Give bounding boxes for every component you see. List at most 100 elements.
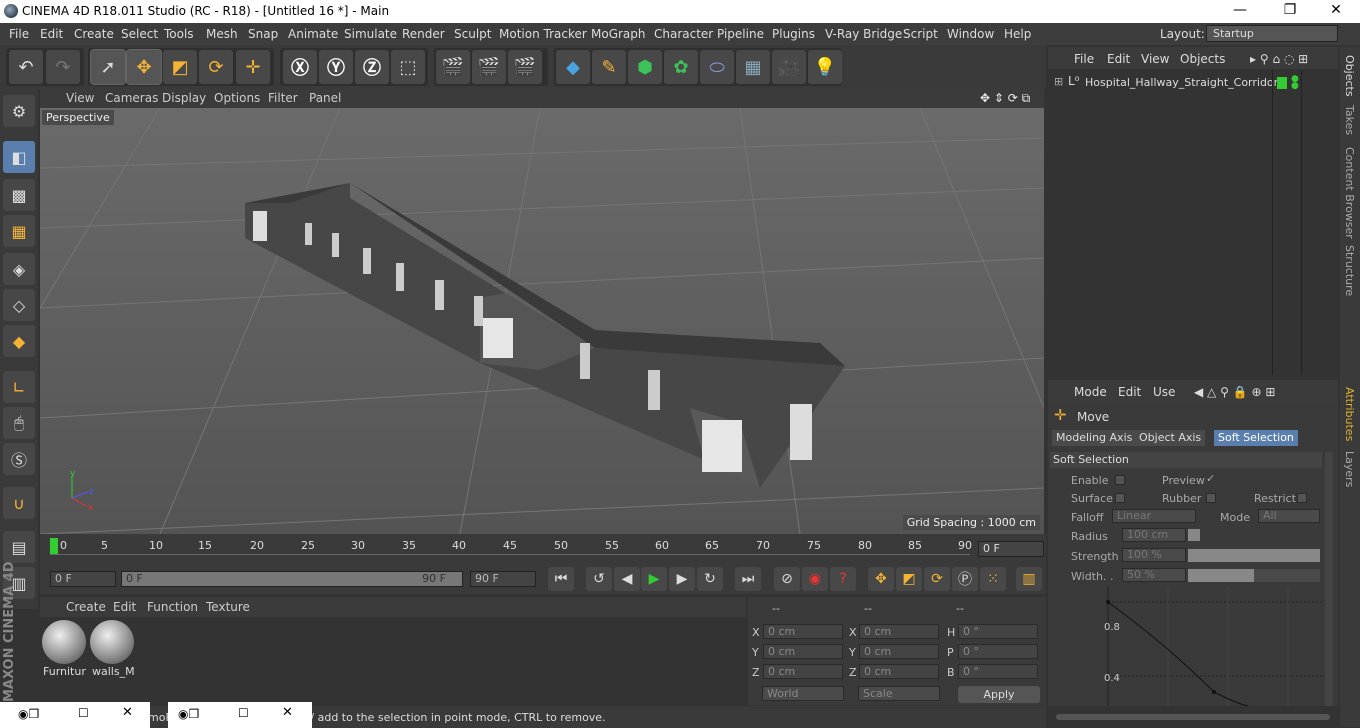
close-icon[interactable]: ✕ xyxy=(1326,2,1346,20)
go-to-end-icon[interactable]: ⏭ xyxy=(735,567,761,591)
deformer-icon[interactable]: ⬭ xyxy=(700,50,734,84)
attributes-menu-edit[interactable]: Edit xyxy=(1118,385,1141,399)
floor-icon[interactable]: ▦ xyxy=(736,50,770,84)
object-name[interactable]: Hospital_Hallway_Straight_Corridor xyxy=(1085,76,1278,89)
viewport-nav-icon[interactable]: ✥ ⇕ ⟳ ⧉ xyxy=(980,91,1030,106)
menu-window[interactable]: Window xyxy=(947,27,994,41)
snap-icon[interactable]: Ⓢ xyxy=(3,443,35,475)
z-axis-icon[interactable]: Ⓩ xyxy=(355,50,389,84)
menu-simulate[interactable]: Simulate xyxy=(344,27,397,41)
menu-motion-tracker[interactable]: Motion Tracker xyxy=(499,27,587,41)
key-pla-icon[interactable]: ⁙ xyxy=(980,567,1006,591)
tab-attributes[interactable]: Attributes xyxy=(1343,387,1356,441)
menu-vray-bridge[interactable]: V-Ray Bridge xyxy=(825,27,902,41)
preview-checkbox[interactable]: ✓ xyxy=(1206,472,1215,485)
menu-animate[interactable]: Animate xyxy=(288,27,338,41)
redo-icon[interactable]: ↷ xyxy=(46,50,80,84)
restrict-checkbox[interactable] xyxy=(1297,493,1307,503)
render-picture-viewer-icon[interactable]: 🎬 xyxy=(472,50,506,84)
render-settings-icon[interactable]: 🎬 xyxy=(508,50,542,84)
menu-mograph[interactable]: MoGraph xyxy=(591,27,646,41)
timeline[interactable]: 0 5 10 15 20 25 30 35 40 45 50 55 55 60 … xyxy=(40,534,1046,564)
tab-object-axis[interactable]: Object Axis xyxy=(1135,430,1206,446)
key-parameter-icon[interactable]: Ⓟ xyxy=(952,567,978,591)
menu-snap[interactable]: Snap xyxy=(248,27,278,41)
viewport-menu-options[interactable]: Options xyxy=(214,91,260,105)
current-frame-field[interactable]: 0 F xyxy=(978,541,1044,557)
rotation-b-field[interactable]: 0 ° xyxy=(958,664,1038,679)
tab-modeling-axis[interactable]: Modeling Axis xyxy=(1052,430,1137,446)
radius-slider[interactable] xyxy=(1188,529,1200,541)
layout-select[interactable]: Startup xyxy=(1206,25,1338,42)
play-icon[interactable]: ▶ xyxy=(641,567,667,591)
menu-file[interactable]: File xyxy=(9,27,29,41)
record-icon[interactable]: ◉ xyxy=(802,567,828,591)
material-menu-create[interactable]: Create xyxy=(66,600,106,614)
menu-pipeline[interactable]: Pipeline xyxy=(717,27,764,41)
tab-takes[interactable]: Takes xyxy=(1343,105,1356,135)
size-mode-select[interactable]: Scale xyxy=(858,686,940,701)
rotation-p-field[interactable]: 0 ° xyxy=(958,644,1038,659)
strength-field[interactable]: 100 % xyxy=(1122,548,1186,562)
surface-checkbox[interactable] xyxy=(1115,493,1125,503)
points-mode-icon[interactable]: ◈ xyxy=(3,253,35,285)
position-z-field[interactable]: 0 cm xyxy=(763,664,843,679)
key-rotation-icon[interactable]: ⟳ xyxy=(924,567,950,591)
attributes-menu-mode[interactable]: Mode xyxy=(1074,385,1107,399)
size-z-field[interactable]: 0 cm xyxy=(859,664,939,679)
strength-slider[interactable] xyxy=(1188,549,1320,562)
restore-icon[interactable]: ☐ xyxy=(238,706,249,720)
menu-select[interactable]: Select xyxy=(121,27,158,41)
position-x-field[interactable]: 0 cm xyxy=(763,624,843,639)
menu-tools[interactable]: Tools xyxy=(164,27,194,41)
live-selection-icon[interactable]: ➚ xyxy=(90,49,126,85)
tab-content-browser[interactable]: Content Browser xyxy=(1343,147,1356,239)
tab-layers[interactable]: Layers xyxy=(1343,451,1356,487)
workplane-grid-icon[interactable]: ▤ xyxy=(3,531,35,563)
horizontal-scrollbar[interactable] xyxy=(1056,714,1330,720)
menu-character[interactable]: Character xyxy=(654,27,713,41)
polygons-mode-icon[interactable]: ◆ xyxy=(3,325,35,357)
go-to-start-icon[interactable]: ⏮ xyxy=(548,567,574,591)
menu-edit[interactable]: Edit xyxy=(40,27,63,41)
apply-button[interactable]: Apply xyxy=(958,686,1040,703)
coordinate-system-icon[interactable]: ⬚ xyxy=(391,50,425,84)
x-axis-icon[interactable]: Ⓧ xyxy=(283,50,317,84)
menu-render[interactable]: Render xyxy=(402,27,445,41)
objects-toolbar-icons[interactable]: ▸ ⚲ ⌂ ◌ ⊞ xyxy=(1250,52,1308,66)
autokey-icon[interactable]: ? xyxy=(830,567,856,591)
rubber-checkbox[interactable] xyxy=(1206,493,1216,503)
layer-icon[interactable]: ● ● xyxy=(1291,75,1299,91)
tab-structure[interactable]: Structure xyxy=(1343,245,1356,296)
material-menu-texture[interactable]: Texture xyxy=(206,600,250,614)
material-thumbnail-walls[interactable] xyxy=(90,620,134,664)
timeline-window-icon[interactable]: ▥ xyxy=(1016,567,1042,591)
taskbar-window-1[interactable]: ◉❐ ☐ ✕ xyxy=(0,702,150,728)
key-position-icon[interactable]: ✥ xyxy=(868,567,894,591)
material-menu-edit[interactable]: Edit xyxy=(113,600,136,614)
previous-key-icon[interactable]: ↺ xyxy=(586,567,612,591)
axis-mode-icon[interactable]: ∟ xyxy=(3,371,35,403)
menu-script[interactable]: Script xyxy=(903,27,938,41)
menu-create[interactable]: Create xyxy=(74,27,114,41)
move-icon[interactable]: ✥ xyxy=(126,49,162,85)
coord-system-select[interactable]: World xyxy=(762,686,844,701)
minimize-icon[interactable]: — xyxy=(1230,2,1250,20)
attributes-scrollbar[interactable] xyxy=(1325,452,1333,706)
width-slider[interactable] xyxy=(1188,569,1320,582)
viewport-menu-cameras[interactable]: Cameras xyxy=(105,91,158,105)
frame-range-slider[interactable]: 0 F 90 F xyxy=(121,571,463,587)
end-frame-field[interactable]: 90 F xyxy=(470,571,536,587)
falloff-graph[interactable]: 0.8 0.4 xyxy=(1088,586,1324,707)
visibility-icon[interactable] xyxy=(1277,77,1287,89)
menu-sculpt[interactable]: Sculpt xyxy=(454,27,491,41)
enable-checkbox[interactable] xyxy=(1115,475,1125,485)
attributes-toolbar-icons[interactable]: ◀ △ ⚲ 🔒 ⊕ ⊞ xyxy=(1194,385,1275,399)
expand-icon[interactable]: ⊞ xyxy=(1054,75,1063,88)
close-icon[interactable]: ✕ xyxy=(122,705,133,720)
viewport-menu-panel[interactable]: Panel xyxy=(309,91,341,105)
width-field[interactable]: 50 % xyxy=(1122,568,1186,582)
rotate-icon[interactable]: ⟳ xyxy=(199,50,233,84)
key-scale-icon[interactable]: ◩ xyxy=(896,567,922,591)
y-axis-icon[interactable]: Ⓨ xyxy=(319,50,353,84)
